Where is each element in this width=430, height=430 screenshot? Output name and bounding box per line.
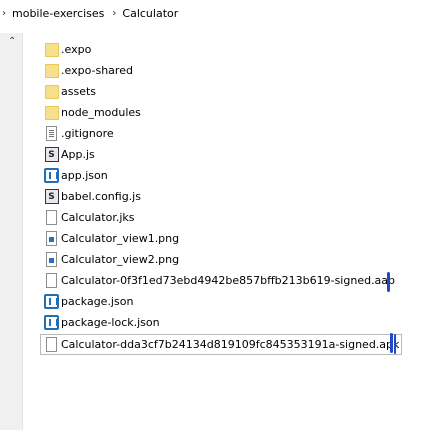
breadcrumb-item[interactable]: mobile-exercises	[12, 7, 104, 20]
folder-icon	[44, 41, 59, 58]
list-item-selected[interactable]: Calculator-dda3cf7b24134d819109fc8453531…	[39, 334, 403, 355]
file-name: package-lock.json	[61, 316, 160, 329]
blank-file-icon	[44, 209, 59, 226]
list-item[interactable]: Calculator.jks	[44, 208, 135, 227]
list-item[interactable]: assets	[44, 82, 96, 101]
list-item[interactable]: .expo-shared	[44, 61, 133, 80]
image-file-icon	[44, 230, 59, 247]
file-name: assets	[61, 85, 97, 98]
list-item[interactable]: Calculator-0f3f1ed73ebd4942be857bffb213b…	[44, 271, 395, 290]
file-name: Calculator_view1.png	[61, 232, 180, 245]
blank-file-icon	[44, 336, 59, 353]
text-file-icon	[44, 125, 59, 142]
image-file-icon	[44, 251, 59, 268]
text-cursor-mark	[394, 334, 396, 354]
file-name: .expo-shared	[61, 64, 133, 77]
file-name: Calculator_view2.png	[61, 253, 180, 266]
file-name: package.json	[61, 295, 134, 308]
file-name: .gitignore	[61, 127, 114, 140]
file-name: App.js	[61, 148, 95, 161]
chevron-right-icon[interactable]: ›	[2, 8, 6, 19]
text-cursor-mark	[387, 272, 390, 292]
folder-icon	[44, 62, 59, 79]
file-name: Calculator-0f3f1ed73ebd4942be857bffb213b…	[61, 274, 396, 287]
breadcrumb-item[interactable]: Calculator	[122, 7, 178, 20]
list-item[interactable]: Calculator_view2.png	[44, 250, 179, 269]
text-cursor-mark	[390, 333, 393, 353]
list-item[interactable]: node_modules	[44, 103, 141, 122]
file-name: babel.config.js	[61, 190, 141, 203]
list-item[interactable]: package-lock.json	[44, 313, 160, 332]
list-item[interactable]: package.json	[44, 292, 133, 311]
list-item[interactable]: S App.js	[44, 145, 95, 164]
file-name: node_modules	[61, 106, 141, 119]
folder-icon	[44, 104, 59, 121]
json-file-icon	[44, 314, 59, 331]
file-name: Calculator.jks	[61, 211, 135, 224]
scroll-up-icon[interactable]: ⌃	[8, 36, 16, 47]
blank-file-icon	[44, 272, 59, 289]
js-file-icon: S	[44, 146, 59, 163]
file-name: Calculator-dda3cf7b24134d819109fc8453531…	[61, 338, 400, 351]
json-file-icon	[44, 293, 59, 310]
list-item[interactable]: .expo	[44, 40, 91, 59]
list-item[interactable]: app.json	[44, 166, 108, 185]
folder-icon	[44, 83, 59, 100]
navigation-pane-scrollbar[interactable]	[0, 33, 23, 430]
list-item[interactable]: .gitignore	[44, 124, 114, 143]
list-item[interactable]: S babel.config.js	[44, 187, 141, 206]
list-item[interactable]: Calculator_view1.png	[44, 229, 179, 248]
chevron-right-icon[interactable]: ›	[112, 8, 116, 19]
breadcrumb: › mobile-exercises › Calculator	[0, 5, 178, 21]
json-file-icon	[44, 167, 59, 184]
js-file-icon: S	[44, 188, 59, 205]
file-name: .expo	[61, 43, 92, 56]
file-name: app.json	[61, 169, 108, 182]
